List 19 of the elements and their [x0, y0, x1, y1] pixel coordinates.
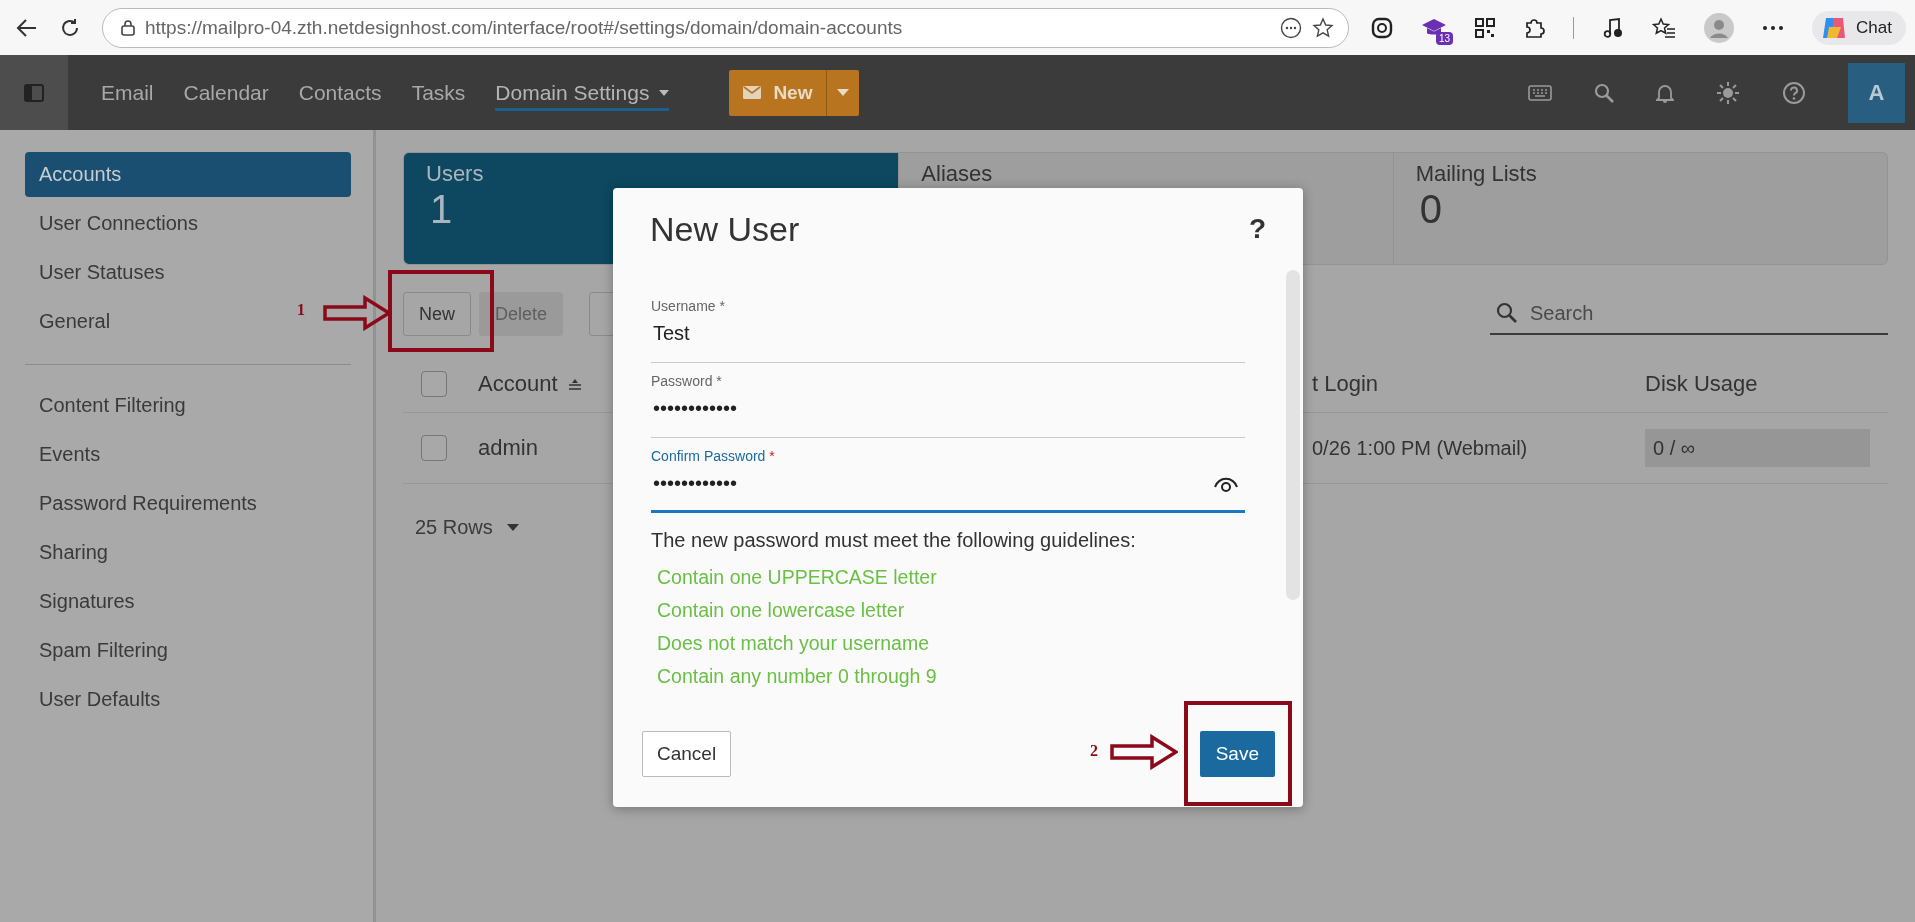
- url-text: https://mailpro-04.zth.netdesignhost.com/interface/root#/settings/domain/domain-accounts: [145, 16, 903, 39]
- table-cell: 0/26 1:00 PM (Webmail): [1312, 436, 1528, 460]
- search-placeholder: Search: [1530, 301, 1594, 325]
- notification-badge: 13: [1435, 31, 1453, 45]
- dialog-title: New User: [650, 209, 801, 249]
- table-cell: admin: [478, 435, 538, 461]
- step-number: 2: [1090, 742, 1098, 760]
- guideline-item: Contain one UPPERCASE letter: [656, 566, 938, 590]
- disk-usage-bar: 0 / ∞: [1645, 429, 1870, 467]
- guideline-item: Contain one lowercase letter: [656, 599, 906, 623]
- guidelines-text: The new password must meet the following guidelines:: [651, 529, 1137, 552]
- stat-label: Mailing Lists: [1415, 161, 1537, 187]
- stat-count: 0: [1418, 187, 1442, 232]
- stat-label: Aliases: [921, 161, 993, 187]
- stat-count: 1: [429, 187, 453, 232]
- stat-label: Users: [426, 161, 484, 187]
- step-number: 1: [297, 301, 305, 319]
- guideline-item: Contain any number 0 through 9: [656, 665, 938, 689]
- guideline-item: Does not match your username: [656, 632, 931, 656]
